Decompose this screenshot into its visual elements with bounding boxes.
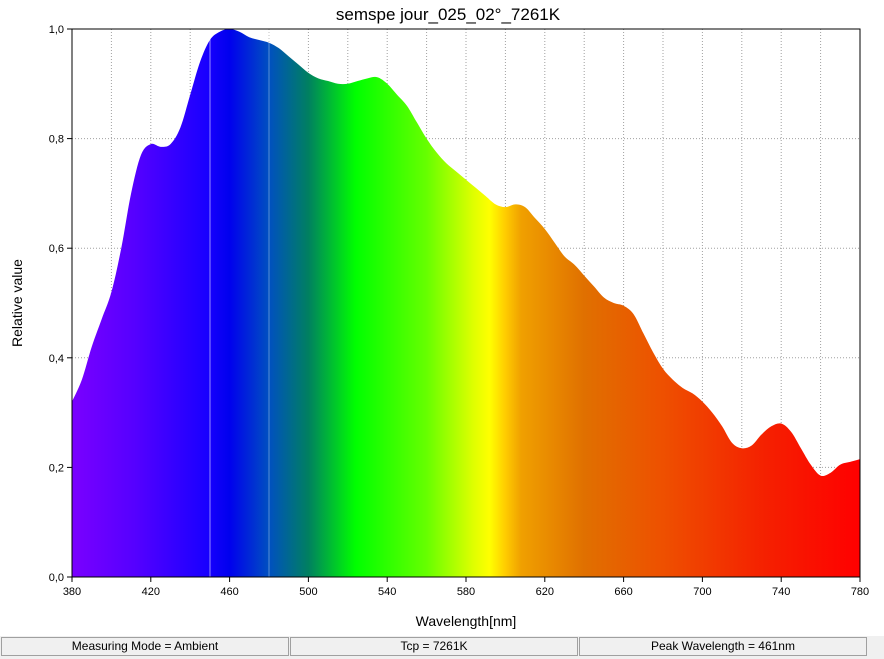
y-axis-label: Relative value — [9, 259, 25, 347]
peak-wavelength-panel: Peak Wavelength = 461nm — [579, 637, 867, 656]
status-bar: Measuring Mode = Ambient Tcp = 7261K Pea… — [0, 636, 884, 659]
x-tick-label: 380 — [63, 586, 81, 598]
x-axis: 380 420 460 500 540 580 620 660 700 740 780 — [63, 577, 869, 598]
y-tick-label: 0,4 — [49, 353, 64, 365]
x-tick-label: 700 — [693, 586, 711, 598]
x-tick-label: 620 — [536, 586, 554, 598]
y-axis: 0,0 0,2 0,4 0,6 0,8 1,0 — [49, 24, 72, 584]
x-tick-label: 660 — [614, 586, 632, 598]
y-tick-label: 0,8 — [49, 134, 64, 146]
x-tick-label: 460 — [220, 586, 238, 598]
chart-title: semspe jour_025_02°_7261K — [336, 5, 561, 24]
y-tick-label: 1,0 — [49, 24, 64, 36]
x-tick-label: 500 — [299, 586, 317, 598]
x-tick-label: 580 — [457, 586, 475, 598]
y-tick-label: 0,6 — [49, 243, 64, 255]
x-tick-label: 540 — [378, 586, 396, 598]
x-axis-label: Wavelength[nm] — [416, 613, 517, 629]
spectrum-chart: 380 420 460 500 540 580 620 660 700 740 780 0,0 0,2… — [9, 5, 869, 629]
tcp-panel: Tcp = 7261K — [290, 637, 578, 656]
measuring-mode-panel: Measuring Mode = Ambient — [1, 637, 289, 656]
x-tick-label: 740 — [772, 586, 790, 598]
x-tick-label: 420 — [142, 586, 160, 598]
x-tick-label: 780 — [851, 586, 869, 598]
y-tick-label: 0,0 — [49, 572, 64, 584]
y-tick-label: 0,2 — [49, 462, 64, 474]
